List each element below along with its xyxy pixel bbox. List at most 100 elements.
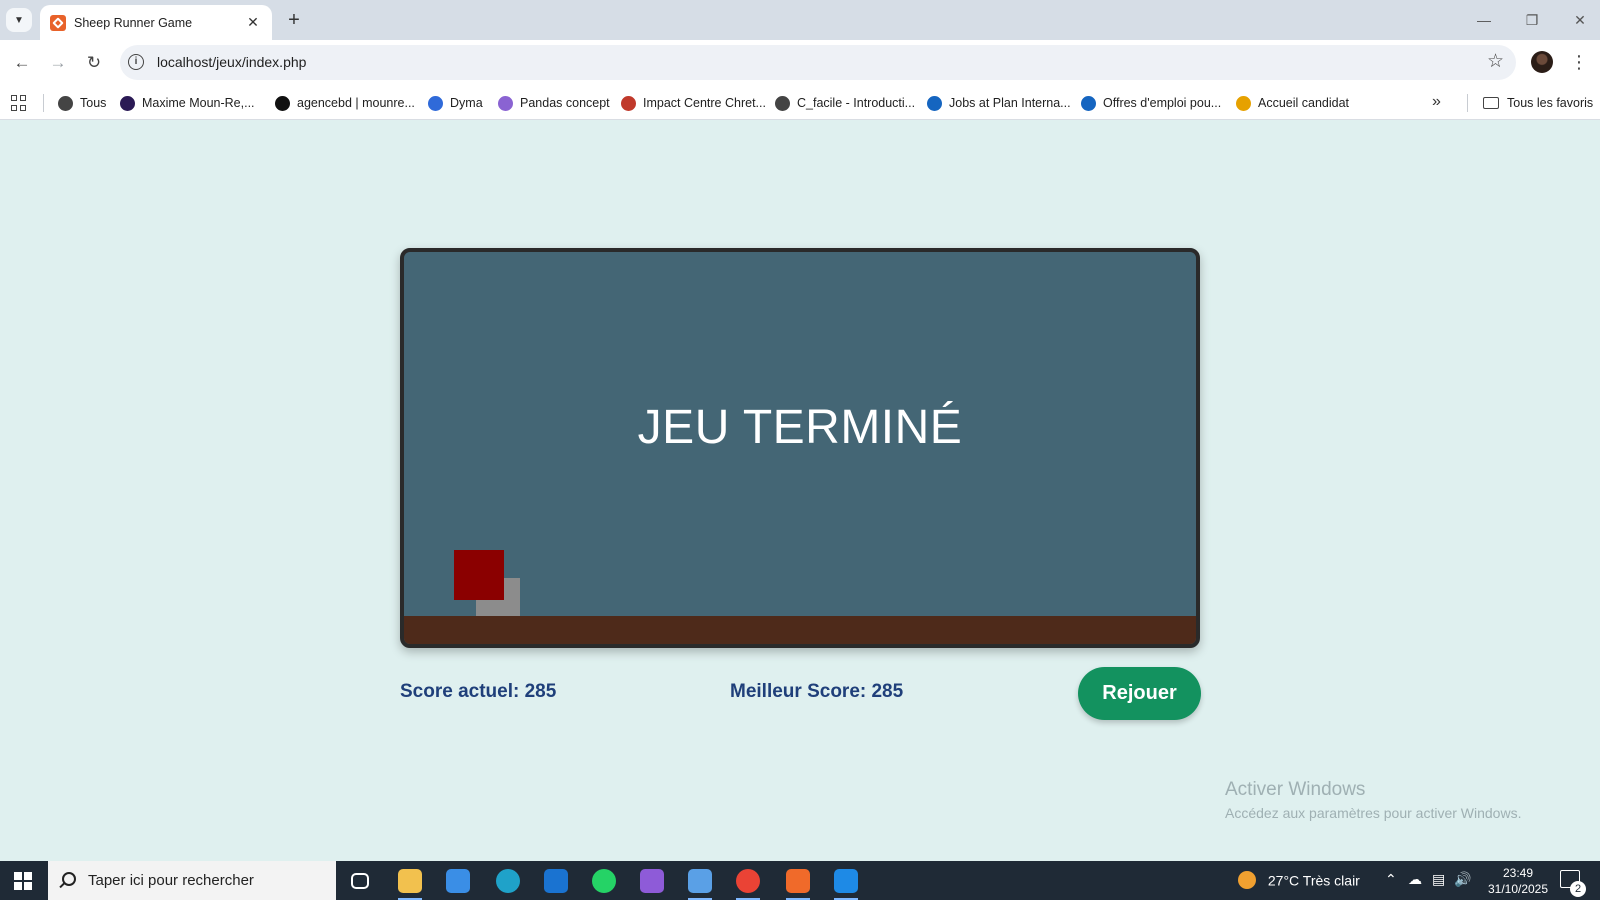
chrome-icon-glyph [736, 869, 760, 893]
file-explorer-icon[interactable] [392, 866, 428, 900]
folder-icon [1483, 97, 1499, 109]
bookmark-item[interactable]: agencebd | mounre... [275, 94, 415, 112]
more-bookmarks-icon[interactable]: » [1432, 93, 1441, 111]
bookmark-item[interactable]: Jobs at Plan Interna... [927, 94, 1071, 112]
all-bookmarks-folder[interactable]: Tous les favoris [1483, 94, 1593, 112]
w-icon [1236, 95, 1251, 111]
bookmark-item[interactable]: Impact Centre Chret... [621, 94, 766, 112]
dyma-icon [428, 95, 443, 111]
watermark-title: Activer Windows [1225, 779, 1366, 800]
o6-icon [120, 95, 135, 111]
windows-activation-watermark: Activer Windows Accédez aux paramètres p… [1225, 779, 1521, 821]
whatsapp-icon[interactable] [586, 866, 622, 896]
bookmark-item[interactable]: Dyma [428, 94, 483, 112]
volume-icon[interactable]: 🔊 [1454, 871, 1471, 888]
network-icon[interactable]: ▤ [1432, 871, 1445, 888]
bookmark-item[interactable]: Maxime Moun-Re,... [120, 94, 255, 112]
bookmark-label: Maxime Moun-Re,... [142, 96, 255, 110]
weather-text: 27°C Très clair [1267, 872, 1360, 889]
file-explorer-icon-glyph [398, 869, 422, 893]
ic-icon [621, 95, 636, 111]
close-tab-icon[interactable]: ✕ [244, 14, 262, 31]
bookmark-item[interactable]: Tous [58, 94, 106, 112]
taskbar-search[interactable]: Taper ici pour rechercher [48, 861, 336, 900]
eye-icon [927, 95, 942, 111]
bookmark-label: Dyma [450, 96, 483, 110]
clock-time: 23:49 [1502, 866, 1534, 880]
profile-avatar[interactable] [1531, 51, 1553, 73]
clock-date: 31/10/2025 [1487, 882, 1549, 896]
notification-count-badge: 2 [1570, 881, 1586, 897]
bookmark-label: Tous [80, 96, 107, 110]
tab-strip: ▼ Sheep Runner Game ✕ + — ❐ ✕ [0, 0, 1600, 40]
windows-start-button[interactable] [14, 872, 32, 890]
active-tab[interactable]: Sheep Runner Game ✕ [40, 5, 272, 40]
clapper-app-icon-glyph [640, 869, 664, 893]
search-icon [62, 872, 76, 886]
bookmark-item[interactable]: Offres d'emploi pou... [1081, 94, 1221, 112]
hidden-icons-chevron-icon[interactable]: ⌃ [1385, 871, 1397, 888]
remote-desktop-icon-glyph [688, 869, 712, 893]
chrome-icon[interactable] [730, 866, 766, 900]
browser-toolbar: ← → ↻ i localhost/jeux/index.php ☆ ⋮ [0, 40, 1600, 86]
bookmark-label: Jobs at Plan Interna... [949, 96, 1071, 110]
game-canvas[interactable]: JEU TERMINÉ [400, 248, 1200, 648]
microsoft-store-icon[interactable] [440, 866, 476, 896]
vscode-icon-glyph [834, 869, 858, 893]
restore-button[interactable]: ❐ [1522, 10, 1542, 30]
browser-menu-button[interactable]: ⋮ [1570, 50, 1588, 74]
bookmark-label: Offres d'emploi pou... [1103, 96, 1222, 110]
taskbar-search-placeholder[interactable]: Taper ici pour rechercher [88, 872, 254, 889]
apps-grid-icon[interactable] [11, 95, 27, 111]
tab-search-button[interactable]: ▼ [6, 8, 32, 32]
bookmarks-divider [1467, 94, 1468, 112]
bookmark-star-icon[interactable]: ☆ [1487, 50, 1504, 73]
back-button[interactable]: ← [10, 51, 34, 75]
remote-desktop-icon[interactable] [682, 866, 718, 900]
ground-strip [404, 616, 1196, 644]
bookmark-label: agencebd | mounre... [297, 96, 415, 110]
globe-icon [58, 95, 73, 111]
weather-widget[interactable]: 27°C Très clair [1238, 871, 1360, 890]
onedrive-cloud-icon[interactable]: ☁ [1408, 871, 1422, 888]
outlook-icon[interactable] [538, 866, 574, 896]
edge-icon[interactable] [490, 866, 526, 896]
bookmark-label: Accueil candidat [1258, 96, 1350, 110]
spiral-icon [498, 95, 513, 111]
bookmarks-divider [43, 94, 44, 112]
vscode-icon[interactable] [828, 866, 864, 900]
xampp-icon[interactable] [780, 866, 816, 900]
whatsapp-icon-glyph [592, 869, 616, 893]
game-over-title: JEU TERMINÉ [637, 401, 963, 454]
bookmark-label: Pandas concept [520, 96, 610, 110]
url-text[interactable]: localhost/jeux/index.php [157, 54, 306, 70]
bookmark-item[interactable]: Accueil candidat [1236, 94, 1349, 112]
reload-button[interactable]: ↻ [82, 51, 106, 75]
bookmarks-bar: Tous Maxime Moun-Re,... agencebd | mounre.… [0, 86, 1600, 120]
site-info-icon[interactable]: i [128, 54, 144, 70]
replay-button[interactable]: Rejouer [1078, 667, 1201, 720]
bookmark-item[interactable]: C_facile - Introducti... [775, 94, 915, 112]
best-score: Meilleur Score: 285 [730, 681, 904, 702]
current-score: Score actuel: 285 [400, 681, 557, 702]
bookmark-item[interactable]: Pandas concept [498, 94, 610, 112]
xampp-icon-glyph [786, 869, 810, 893]
microsoft-store-icon-glyph [446, 869, 470, 893]
bookmark-label: C_facile - Introducti... [797, 96, 916, 110]
all-bookmarks-label: Tous les favoris [1507, 96, 1594, 110]
minimize-button[interactable]: — [1474, 10, 1494, 30]
watermark-subtitle: Accédez aux paramètres pour activer Wind… [1225, 805, 1522, 821]
clapper-app-icon[interactable] [634, 866, 670, 896]
bookmark-label: Impact Centre Chret... [643, 96, 766, 110]
eye-icon [1081, 95, 1096, 111]
new-tab-button[interactable]: + [282, 9, 306, 33]
lightning-icon [275, 95, 290, 111]
chevron-down-icon: ▼ [14, 14, 24, 26]
task-view-icon-glyph [351, 873, 369, 889]
close-window-button[interactable]: ✕ [1570, 10, 1590, 30]
address-bar[interactable]: i localhost/jeux/index.php ☆ [120, 45, 1516, 80]
globe-icon [775, 95, 790, 111]
taskbar-clock[interactable]: 23:49 31/10/2025 [1478, 865, 1558, 897]
task-view-icon[interactable] [342, 866, 378, 896]
forward-button[interactable]: → [46, 51, 70, 75]
